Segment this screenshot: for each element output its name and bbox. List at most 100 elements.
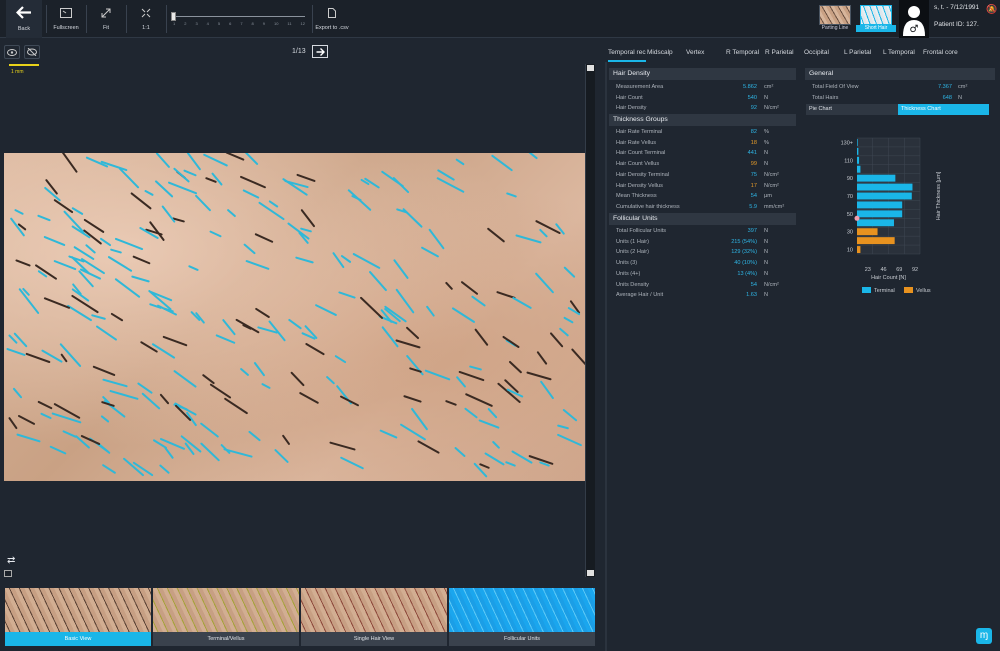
detected-hair — [221, 318, 236, 336]
detected-hair — [40, 412, 53, 420]
tab-r-temporal[interactable]: R Temporal — [726, 46, 759, 62]
general-header: General — [805, 68, 995, 80]
terminal-vellus-label: Terminal/Vellus — [153, 632, 299, 646]
scroll-left-button[interactable] — [4, 570, 12, 577]
hair-strand — [416, 440, 440, 455]
row-label: Hair Count Vellus — [616, 161, 660, 168]
basic-view-thumb[interactable]: Basic View — [5, 588, 151, 646]
row-label: Total Hairs — [812, 94, 839, 101]
fullscreen-button[interactable]: Fullscreen — [48, 0, 84, 38]
tab-l-parietal[interactable]: L Parietal — [844, 46, 871, 62]
divider — [86, 5, 87, 33]
detected-hair — [338, 291, 356, 299]
scale-bar — [9, 64, 39, 66]
scalp-image[interactable] — [4, 153, 588, 481]
slider-tick: 8 — [251, 21, 254, 26]
tab-vertex[interactable]: Vertex — [686, 46, 704, 62]
detected-hair — [16, 432, 42, 443]
rotate-icon[interactable]: ⇄ — [7, 555, 15, 566]
one-to-one-button[interactable]: 1:1 — [128, 0, 164, 38]
notifications-muted-icon[interactable]: 🔕 — [986, 4, 997, 15]
detected-hair — [538, 228, 548, 238]
detected-hair — [555, 223, 566, 236]
fit-button[interactable]: Fit — [88, 0, 124, 38]
short-hair-view[interactable] — [860, 5, 892, 25]
parting-line-view[interactable] — [819, 5, 851, 25]
detected-hair — [36, 214, 51, 222]
slider-tick: 2 — [184, 21, 187, 26]
next-image-button[interactable] — [312, 45, 328, 58]
hair-strand — [225, 153, 245, 161]
row-value: 540 — [747, 94, 757, 101]
detected-hair — [428, 228, 446, 250]
detected-hair — [12, 387, 23, 399]
scale-label: 1 mm — [11, 69, 24, 75]
hair-strand — [525, 371, 552, 381]
row-label: Hair Rate Terminal — [616, 129, 663, 135]
detected-hair — [368, 270, 388, 292]
pie-chart-tab[interactable]: Pie Chart — [806, 104, 898, 115]
row-value: 129 (32%) — [731, 249, 757, 256]
detected-hair — [381, 326, 400, 349]
collapse-arrows-icon — [141, 7, 151, 21]
avatar[interactable]: ♂ — [899, 0, 929, 38]
scroll-up-button[interactable] — [587, 65, 594, 71]
image-counter: 1/13 — [292, 48, 306, 55]
detected-hair — [247, 430, 261, 442]
detected-hair — [470, 295, 486, 307]
zoom-slider[interactable]: 1 2 3 4 5 6 7 8 9 10 11 12 — [171, 10, 305, 28]
tab-midscalp[interactable]: Midscalp — [647, 46, 673, 62]
thickness-chart-tab[interactable]: Thickness Chart — [898, 104, 989, 115]
tab-occipital[interactable]: Occipital — [804, 46, 829, 62]
row-label: Cumulative hair thickness — [616, 203, 680, 210]
table-row: Units (3) 40 (10%) N — [609, 258, 796, 269]
detected-hair — [14, 209, 25, 216]
vertical-scrollbar[interactable] — [585, 64, 595, 577]
tab-frontal-core[interactable]: Frontal core — [923, 46, 958, 62]
export-csv-button[interactable]: Export to .csv — [314, 0, 350, 38]
y-tick-label: 10 — [847, 248, 853, 254]
legend-label: Terminal — [874, 288, 895, 294]
hide-overlay-button[interactable] — [24, 45, 40, 59]
detected-hair — [464, 407, 479, 419]
row-unit: N — [764, 292, 769, 299]
row-value: 1.63 — [746, 292, 757, 299]
detected-hair — [43, 235, 66, 247]
terminal-vellus-thumb[interactable]: Terminal/Vellus — [153, 588, 299, 646]
follicular-units-thumb[interactable]: Follicular Units — [449, 588, 595, 646]
table-row: Hair Count Terminal 441 N — [609, 148, 796, 159]
detected-hair — [243, 243, 257, 255]
row-value: 82 — [750, 129, 757, 135]
tab-r-parietal[interactable]: R Parietal — [765, 46, 794, 62]
tab-temporal-rec[interactable]: Temporal rec — [608, 46, 646, 62]
row-unit: N — [764, 150, 769, 157]
toolbar: Back Fullscreen Fit 1:1 1 2 3 4 5 6 7 8 9 10 11 12 … — [0, 0, 1000, 38]
row-label: Hair Count — [616, 94, 643, 101]
row-value: 648 — [942, 94, 952, 101]
hair-strand — [60, 153, 78, 173]
hair-strand — [281, 434, 291, 446]
row-label: Units Density — [616, 281, 649, 288]
chart-bar-terminal — [857, 174, 896, 182]
slider-knob[interactable] — [171, 12, 176, 21]
region-tabs: Temporal rec Midscalp Vertex R Temporal … — [605, 46, 995, 62]
row-label: Units (3) — [616, 260, 638, 267]
detected-hair — [268, 200, 279, 209]
row-label: Total Follicular Units — [616, 228, 667, 234]
tab-l-temporal[interactable]: L Temporal — [883, 46, 915, 62]
detected-hair — [420, 246, 439, 258]
fullscreen-icon — [60, 7, 72, 21]
detected-hair — [505, 461, 517, 467]
scroll-down-button[interactable] — [587, 570, 594, 576]
single-hair-thumb[interactable]: Single Hair View — [301, 588, 447, 646]
hair-strand — [239, 175, 266, 188]
back-button[interactable]: Back — [6, 0, 42, 38]
slider-tick: 6 — [229, 21, 232, 26]
show-overlay-button[interactable] — [4, 45, 20, 59]
detected-hair — [455, 376, 467, 389]
follicular-units-image — [449, 588, 595, 632]
hair-strand — [445, 281, 454, 290]
detected-hair — [109, 390, 140, 401]
patient-id-label: Patient ID: — [934, 21, 965, 28]
detected-hair — [61, 429, 77, 438]
